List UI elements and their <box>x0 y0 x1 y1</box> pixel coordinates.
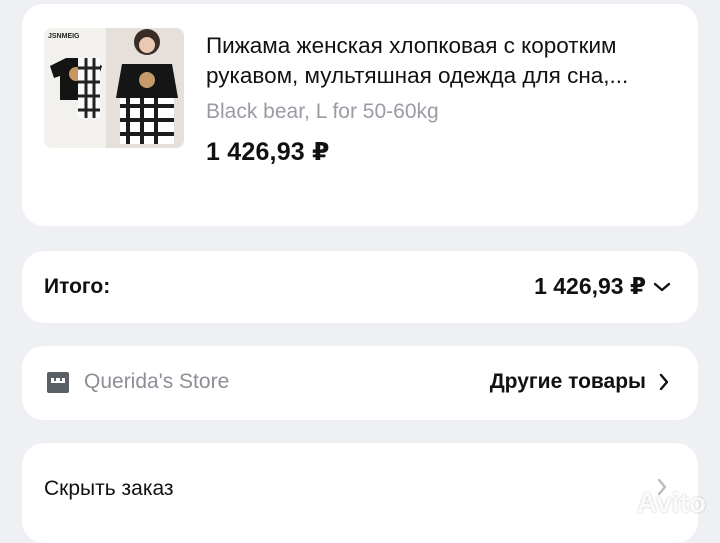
brand-label: JSNMEIG <box>48 33 80 40</box>
product-image[interactable]: JSNMEIG <box>44 28 184 148</box>
store-card[interactable]: Querida's Store Другие товары <box>22 346 698 420</box>
product-price: 1 426,93 ₽ <box>206 138 330 166</box>
total-amount-toggle[interactable]: 1 426,93 ₽ <box>534 273 672 300</box>
store-info[interactable]: Querida's Store <box>46 370 229 394</box>
chevron-right-icon <box>659 373 669 391</box>
hide-order-card[interactable]: Скрыть заказ <box>22 443 698 543</box>
total-card[interactable]: Итого: 1 426,93 ₽ <box>22 251 698 323</box>
avito-watermark: Avito <box>603 487 706 519</box>
watermark-text: Avito <box>637 487 706 518</box>
hide-order-label: Скрыть заказ <box>44 477 174 500</box>
total-label: Итого: <box>44 275 111 298</box>
avito-logo-icon <box>604 493 633 513</box>
product-title-line-1: Пижама женская хлопковая с коротким <box>206 33 617 58</box>
total-amount: 1 426,93 ₽ <box>534 273 646 299</box>
store-name: Querida's Store <box>84 370 230 393</box>
product-variant: Black bear, L for 50-60kg <box>206 100 439 123</box>
other-products-label: Другие товары <box>489 370 646 393</box>
product-card[interactable]: JSNMEIG Пижама женская хлопковая с корот… <box>22 4 698 226</box>
product-title-line-2: рукавом, мультяшная одежда для сна,... <box>206 63 629 88</box>
chevron-down-icon <box>653 282 671 291</box>
pajama-product-photo: JSNMEIG <box>44 28 184 148</box>
store-icon <box>47 372 69 393</box>
product-title[interactable]: Пижама женская хлопковая с коротким рука… <box>206 31 696 91</box>
other-products-link[interactable]: Другие товары <box>490 370 670 394</box>
